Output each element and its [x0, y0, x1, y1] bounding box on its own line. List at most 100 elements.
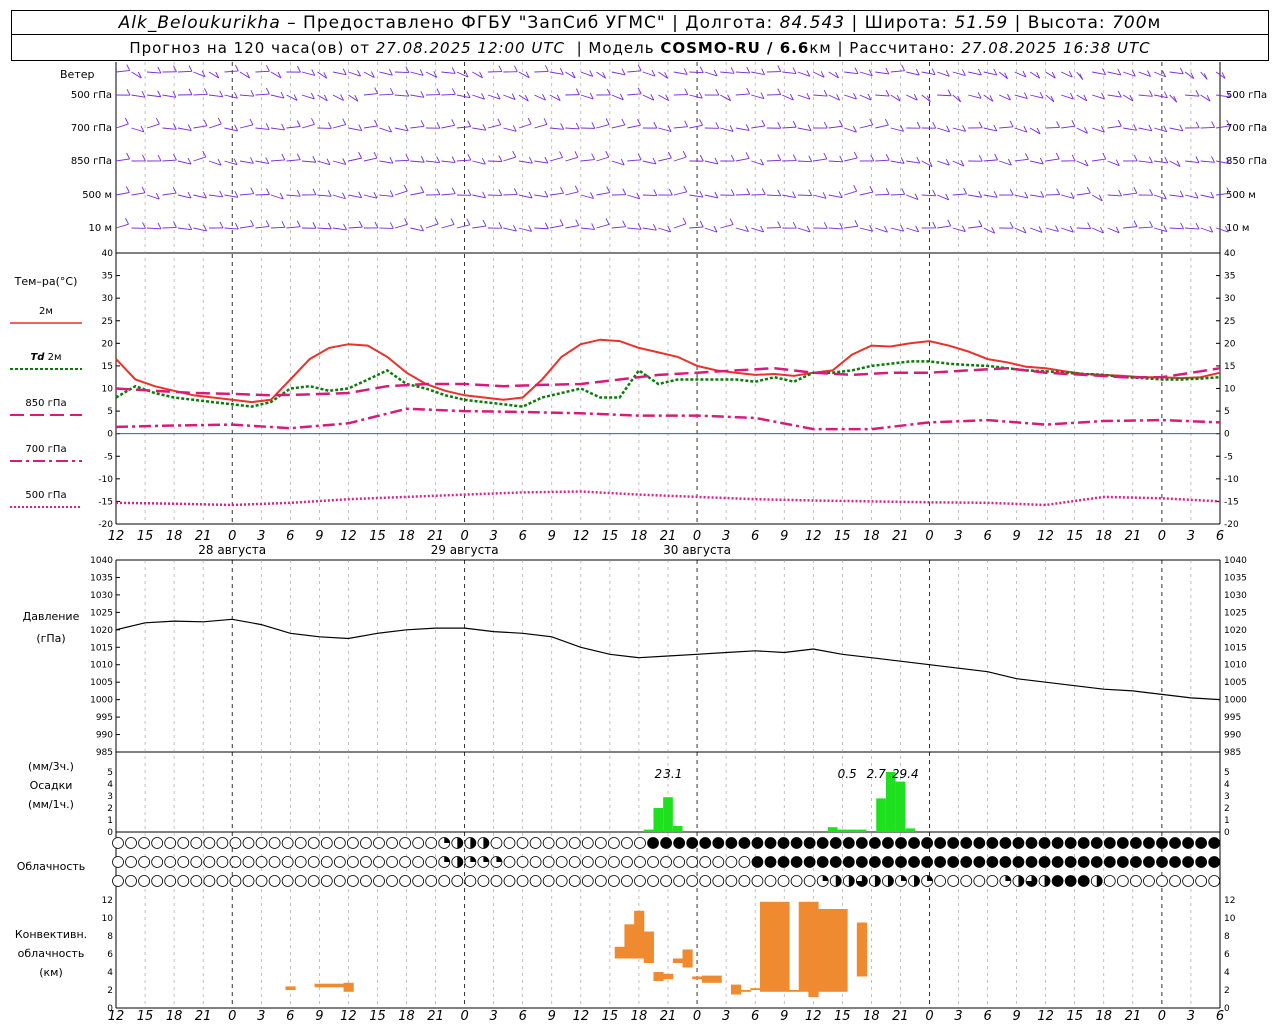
cloud-cover-symbol: [1169, 875, 1181, 887]
wind-barb-flag: [342, 118, 347, 125]
wind-barb: [1045, 126, 1060, 129]
cloud-cover-symbol: [1012, 856, 1025, 868]
wind-barb-flag: [699, 119, 703, 126]
legend-t500: 500 гПа: [25, 490, 67, 501]
wind-level-label: 500 гПа: [71, 90, 112, 101]
wind-barb: [1030, 94, 1044, 99]
wind-barb-flag: [498, 65, 503, 72]
wind-barb: [115, 123, 129, 129]
wind-barb: [1030, 160, 1044, 165]
wind-barb-flag: [265, 220, 270, 227]
wind-barb: [193, 156, 206, 162]
wind-barb: [472, 225, 487, 229]
wind-barb-flag: [978, 155, 983, 162]
cloud-cover-symbol: [986, 875, 999, 887]
conv-y-tick-right: 2: [1224, 986, 1230, 996]
wind-barb: [1030, 194, 1044, 198]
cloud-cover-symbol: [777, 837, 790, 849]
conv-bar: [614, 946, 625, 959]
cloud-title: Облачность: [16, 860, 86, 873]
wind-barb-flag: [498, 221, 503, 229]
cloud-cover-symbol: [751, 856, 764, 868]
conv-bar: [634, 910, 645, 959]
wind-barb: [363, 194, 377, 199]
x-tick-label-bottom: 15: [602, 1009, 619, 1024]
cloud-cover-symbol: [1077, 875, 1090, 887]
conv-y-tick-right: 4: [1224, 968, 1230, 978]
wind-barb-flag: [901, 188, 906, 195]
wind-barb: [410, 191, 424, 196]
wind-barb-flag: [250, 90, 255, 97]
cloud-cover-symbol: [294, 875, 307, 887]
wind-barb: [813, 158, 827, 162]
wind-barb-flag: [591, 223, 596, 230]
cloud-cover-symbol: [934, 856, 947, 868]
wind-barb-flag: [947, 219, 952, 227]
cloud-cover-symbol: [386, 837, 398, 849]
temp-y-tick-right: 5: [1224, 407, 1230, 417]
temp-y-tick: -10: [98, 475, 113, 485]
wind-barb: [193, 93, 208, 96]
cloud-cover-symbol: [386, 875, 398, 887]
wind-barb: [518, 194, 533, 199]
wind-barb: [363, 93, 378, 96]
wind-barb-flag: [932, 221, 937, 229]
pressure-y-tick-right: 985: [1224, 748, 1241, 758]
cloud-cover-symbol: [686, 856, 699, 868]
wind-barb: [224, 194, 239, 198]
cloud-cover-symbol: [360, 856, 372, 868]
cloud-cover-symbol: [1090, 856, 1103, 868]
wind-barb-flag: [1118, 189, 1122, 197]
wind-barb: [441, 93, 456, 96]
x-tick-label: 21: [1125, 529, 1142, 544]
wind-barb: [177, 227, 192, 231]
conv-bar: [663, 973, 674, 980]
wind-barb-flag: [667, 151, 672, 159]
cloud-cover-symbol: [307, 875, 320, 887]
wind-barb-flag: [155, 117, 160, 125]
conv-bar: [760, 901, 771, 992]
cloud-cover-symbol: [373, 856, 385, 868]
cloud-cover-fill: [1018, 875, 1024, 887]
wind-barb: [937, 94, 952, 97]
wind-barb-flag: [777, 122, 782, 129]
wind-barb: [255, 127, 270, 130]
cloud-cover-symbol: [581, 837, 594, 849]
cloud-cover-symbol: [869, 856, 881, 868]
precip-annotation: 0.5: [838, 767, 857, 781]
wind-barb: [1076, 227, 1091, 230]
wind-barb-flag: [823, 222, 828, 229]
cloud-cover-fill: [483, 856, 489, 862]
wind-barb: [410, 94, 424, 98]
wind-barb-flag: [746, 87, 751, 95]
cloud-cover-symbol: [660, 875, 672, 887]
wind-level-label-right: 500 гПа: [1226, 90, 1267, 101]
cloud-cover-symbol: [960, 875, 973, 887]
precip-y-tick-right: 2: [1224, 804, 1230, 814]
cloud-cover-symbol: [647, 856, 659, 868]
wind-barb: [565, 156, 579, 162]
cloud-cover-symbol: [555, 856, 568, 868]
wind-barb: [115, 70, 130, 73]
cloud-cover-symbol: [190, 837, 203, 849]
wind-barb-flag: [683, 185, 688, 193]
wind-barb: [270, 127, 285, 131]
wind-barb: [689, 71, 704, 74]
precip-annotation: 29.4: [892, 767, 919, 781]
pressure-y-tick-right: 1010: [1224, 661, 1247, 671]
cloud-cover-symbol: [333, 856, 346, 868]
cloud-cover-fill: [914, 875, 920, 887]
wind-barb: [1185, 160, 1199, 163]
cloud-cover-symbol: [621, 837, 633, 849]
wind-barb-flag: [436, 122, 441, 129]
wind-barb: [611, 226, 626, 229]
cloud-cover-fill: [835, 875, 842, 887]
cloud-cover-symbol: [764, 875, 777, 887]
wind-barb-flag: [219, 190, 224, 197]
cloud-cover-symbol: [503, 875, 516, 887]
wind-barb: [332, 227, 347, 231]
wind-barb: [518, 123, 532, 129]
cloud-cover-symbol: [594, 856, 607, 868]
wind-barb: [115, 158, 130, 162]
wind-barb: [503, 227, 517, 232]
